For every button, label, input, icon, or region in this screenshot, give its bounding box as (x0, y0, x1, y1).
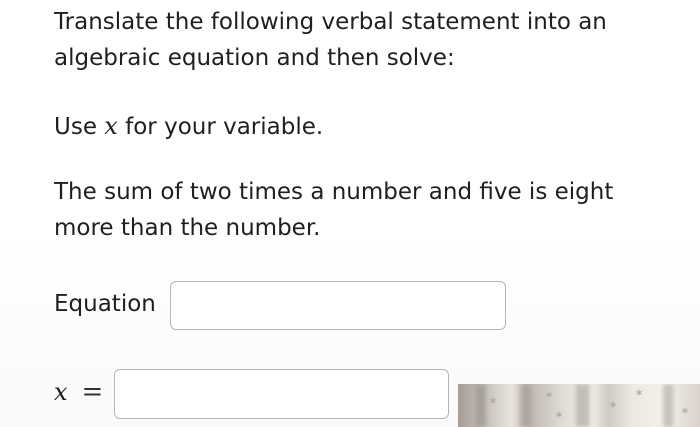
pattern-star-icon: ✶ (680, 404, 691, 418)
question-page: Translate the following verbal statement… (0, 0, 700, 427)
prompt-line-1: Translate the following verbal statement… (54, 9, 607, 35)
variable-symbol: x (104, 112, 118, 140)
pattern-star-icon: ✶ (608, 398, 619, 412)
variable-instruction-suffix: for your variable. (125, 114, 324, 140)
pattern-star-icon: ✶ (554, 408, 565, 422)
prompt-line-2: algebraic equation and then solve: (54, 45, 455, 71)
background-photo-fragment: ✶ ✶ ✶ ✶ ✶ ✶ (458, 384, 700, 427)
answer-label: x = (54, 374, 103, 410)
verbal-statement: The sum of two times a number and five i… (54, 174, 654, 246)
equals-sign: = (81, 377, 104, 407)
question-prompt: Translate the following verbal statement… (54, 4, 644, 76)
answer-variable: x (54, 378, 68, 406)
photo-fold (520, 384, 530, 427)
equation-label: Equation (54, 291, 156, 317)
answer-input[interactable] (114, 369, 449, 419)
photo-fold (576, 384, 590, 427)
pattern-star-icon: ✶ (634, 386, 645, 400)
pattern-star-icon: ✶ (488, 394, 499, 408)
equation-input[interactable] (170, 281, 506, 330)
variable-instruction: Use x for your variable. (54, 108, 323, 145)
variable-instruction-prefix: Use (54, 114, 97, 140)
photo-fold (476, 384, 486, 427)
photo-fold (663, 384, 673, 427)
statement-line-2: more than the number. (54, 215, 321, 241)
statement-line-1: The sum of two times a number and five i… (54, 179, 614, 205)
pattern-star-icon: ✶ (544, 388, 555, 402)
